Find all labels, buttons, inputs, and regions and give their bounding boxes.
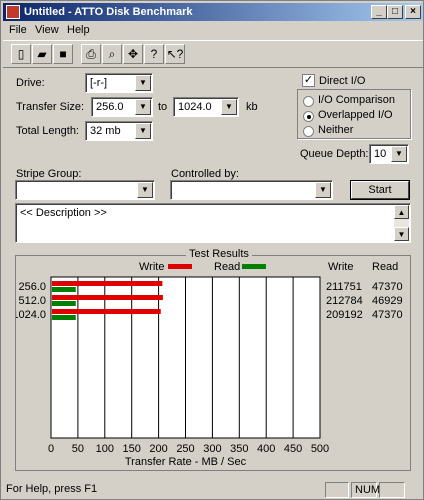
total-length-select[interactable]: 32 mb ▼	[85, 121, 153, 141]
queue-depth-value: 10	[374, 148, 387, 160]
transfer-to-value: 1024.0	[178, 101, 212, 113]
io-mode-group: I/O Comparison Overlapped I/O Neither	[297, 89, 411, 139]
controlled-by-label: Controlled by:	[171, 168, 239, 180]
x-tick-label: 400	[257, 443, 275, 455]
scroll-up-icon[interactable]: ▲	[394, 205, 409, 219]
description-text: << Description >>	[20, 207, 107, 219]
read-value: 46929	[372, 295, 403, 307]
io-comparison-radio[interactable]	[303, 96, 314, 107]
menu-file[interactable]: File	[9, 24, 27, 36]
overlapped-io-radio[interactable]	[303, 111, 314, 122]
chevron-down-icon: ▼	[137, 182, 153, 198]
app-icon	[6, 5, 20, 19]
menu-help[interactable]: Help	[67, 24, 90, 36]
menu-bar: File View Help	[3, 22, 423, 39]
kb-label: kb	[246, 101, 258, 113]
x-tick-label: 300	[203, 443, 221, 455]
write-value: 211751	[326, 281, 362, 293]
overlapped-io-label: Overlapped I/O	[318, 109, 393, 121]
transfer-size-to-select[interactable]: 1024.0 ▼	[173, 97, 239, 117]
read-bar	[52, 301, 76, 306]
status-panel-3	[379, 482, 405, 498]
category-label: 256.0	[18, 281, 46, 293]
queue-depth-label: Queue Depth:	[300, 148, 369, 160]
x-tick-label: 150	[123, 443, 141, 455]
drive-value: [-r-]	[90, 77, 108, 89]
test-results-panel: Test Results Write Read Write Read 0 50 10…	[15, 248, 411, 471]
controlled-by-select[interactable]: ▼	[170, 180, 333, 200]
total-length-value: 32 mb	[90, 125, 121, 137]
transfer-rate-chart: 0 50 100 150 200 250 300 350 400 450 500 Transfer R…	[16, 276, 403, 468]
x-tick-label: 350	[230, 443, 248, 455]
neither-label: Neither	[318, 124, 354, 136]
direct-io-label: Direct I/O	[319, 75, 366, 87]
status-bar: For Help, press F1 NUM	[3, 481, 423, 499]
print-icon[interactable]: ⎙	[81, 44, 101, 64]
context-help-icon[interactable]: ↖?	[165, 44, 185, 64]
chevron-down-icon: ▼	[135, 99, 151, 115]
print-preview-icon[interactable]: ⌕	[102, 44, 122, 64]
transfer-size-from-select[interactable]: 256.0 ▼	[91, 97, 153, 117]
open-folder-icon[interactable]: ▰	[32, 44, 52, 64]
status-help-text: For Help, press F1	[6, 483, 98, 495]
chevron-down-icon: ▼	[221, 99, 237, 115]
write-bar	[52, 295, 163, 300]
neither-radio[interactable]	[303, 126, 314, 137]
save-icon[interactable]: ■	[53, 44, 73, 64]
chevron-down-icon: ▼	[315, 182, 331, 198]
read-bar	[52, 287, 76, 292]
to-label: to	[158, 101, 168, 113]
chevron-down-icon: ▼	[135, 123, 151, 139]
menu-view[interactable]: View	[35, 24, 59, 36]
chevron-down-icon: ▼	[391, 146, 407, 162]
close-button[interactable]: ×	[405, 5, 421, 19]
write-bar	[52, 309, 161, 314]
direct-io-checkbox[interactable]: ✓	[302, 74, 315, 87]
chevron-down-icon: ▼	[135, 75, 151, 91]
toolbar: ▯ ▰ ■ ⎙ ⌕ ✥ ? ↖?	[3, 40, 423, 68]
drive-select[interactable]: [-r-] ▼	[85, 73, 153, 93]
write-value: 209192	[326, 309, 363, 321]
read-value: 47370	[372, 309, 403, 321]
stripe-group-label: Stripe Group:	[16, 168, 82, 180]
app-window: Untitled - ATTO Disk Benchmark _ □ × Fil…	[0, 0, 424, 500]
move-icon[interactable]: ✥	[123, 44, 143, 64]
read-value: 47370	[372, 281, 403, 293]
category-label: 512.0	[18, 295, 46, 307]
window-title: Untitled - ATTO Disk Benchmark	[24, 6, 193, 18]
transfer-from-value: 256.0	[96, 101, 124, 113]
write-bar	[52, 281, 163, 286]
x-tick-label: 50	[72, 443, 84, 455]
category-label: 1024.0	[16, 309, 46, 321]
io-comparison-label: I/O Comparison	[318, 94, 396, 106]
scrollbar[interactable]: ▲ ▼	[394, 205, 409, 241]
x-tick-label: 0	[48, 443, 54, 455]
x-tick-label: 500	[311, 443, 329, 455]
x-tick-label: 100	[96, 443, 114, 455]
transfer-size-label: Transfer Size:	[16, 101, 85, 113]
help-icon[interactable]: ?	[144, 44, 164, 64]
start-button[interactable]: Start	[350, 180, 410, 200]
x-tick-label: 450	[284, 443, 302, 455]
total-length-label: Total Length:	[16, 125, 79, 137]
new-file-icon[interactable]: ▯	[11, 44, 31, 64]
status-num-indicator: NUM	[351, 482, 380, 498]
queue-depth-select[interactable]: 10 ▼	[369, 144, 409, 164]
status-panel-1	[325, 482, 349, 498]
maximize-button[interactable]: □	[387, 5, 403, 19]
read-bar	[52, 315, 76, 320]
minimize-button[interactable]: _	[371, 5, 387, 19]
write-value: 212784	[326, 295, 363, 307]
x-tick-label: 200	[149, 443, 167, 455]
title-bar: Untitled - ATTO Disk Benchmark _ □ ×	[3, 3, 423, 21]
drive-label: Drive:	[16, 77, 45, 89]
scroll-down-icon[interactable]: ▼	[394, 227, 409, 241]
description-textarea[interactable]: << Description >> ▲ ▼	[15, 203, 411, 243]
stripe-group-select[interactable]: ▼	[15, 180, 155, 200]
x-tick-label: 250	[176, 443, 194, 455]
x-axis-label: Transfer Rate - MB / Sec	[125, 456, 247, 468]
